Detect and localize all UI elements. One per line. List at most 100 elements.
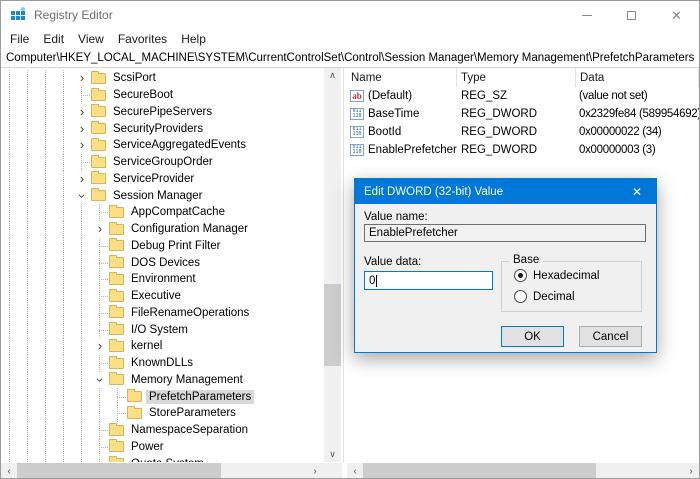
tree-expander-closed-icon[interactable]: ›	[91, 338, 109, 355]
scroll-left-icon[interactable]: ‹	[347, 463, 363, 478]
ok-button[interactable]: OK	[501, 326, 564, 347]
tree-item-serviceprovider[interactable]: › ServiceProvider	[1, 170, 323, 188]
tree-guide-line	[73, 271, 91, 288]
string-value-icon: ab	[350, 90, 364, 102]
menu-view[interactable]: View	[71, 31, 111, 47]
tree-expander-open-icon[interactable]: ›	[73, 187, 91, 204]
tree-expander-closed-icon[interactable]: ›	[73, 120, 91, 137]
tree-item-securepipeservers[interactable]: › SecurePipeServers	[1, 103, 323, 121]
list-horizontal-scrollbar[interactable]: ‹ ›	[347, 463, 699, 478]
tree-item-filerenameoperations[interactable]: FileRenameOperations	[1, 304, 323, 322]
tree-item-label: ServiceGroupOrder	[113, 156, 213, 169]
tree-item-debug-print-filter[interactable]: Debug Print Filter	[1, 237, 323, 255]
tree-expander-open-icon[interactable]: ›	[91, 372, 109, 389]
tree-item-prefetchparameters[interactable]: PrefetchParameters	[1, 388, 323, 405]
column-header-data[interactable]: Data	[576, 68, 699, 87]
minimize-button[interactable]	[564, 1, 609, 29]
value-data-input[interactable]: 0	[364, 271, 493, 290]
menu-file[interactable]: File	[3, 31, 36, 47]
tree-item-dos-devices[interactable]: DOS Devices	[1, 254, 323, 271]
value-row-default[interactable]: ab (Default) REG_SZ (value not set)	[347, 87, 699, 105]
maximize-button[interactable]	[609, 1, 654, 29]
tree-horizontal-scrollbar[interactable]: ‹ ›	[1, 463, 342, 478]
scroll-down-icon[interactable]: ∨	[324, 447, 341, 462]
tree-guide-line	[19, 204, 37, 221]
menu-favorites[interactable]: Favorites	[111, 31, 174, 47]
tree-item-serviceaggregatedevents[interactable]: › ServiceAggregatedEvents	[1, 137, 323, 154]
value-name-cell: 011 110 BaseTime	[347, 108, 457, 120]
tree-expander-closed-icon[interactable]: ›	[73, 171, 91, 188]
radio-decimal[interactable]: Decimal	[514, 290, 575, 303]
tree-item-label: kernel	[131, 340, 163, 353]
tree-item-storeparameters[interactable]: StoreParameters	[1, 405, 323, 422]
menu-help[interactable]: Help	[174, 31, 213, 47]
tree-guide-line	[19, 287, 37, 305]
cancel-button[interactable]: Cancel	[579, 326, 642, 347]
value-row-bootid[interactable]: 011 110 BootId REG_DWORD 0x00000022 (34)	[347, 123, 699, 141]
close-button[interactable]: ✕	[654, 1, 699, 29]
tree-connector	[91, 354, 109, 372]
tree-expander-closed-icon[interactable]: ›	[73, 137, 91, 154]
tree-guide-line	[73, 321, 91, 338]
tree-vscroll-thumb[interactable]	[324, 284, 341, 366]
tree-guide-line	[55, 86, 73, 104]
column-header-name[interactable]: Name	[347, 68, 457, 87]
tree-vertical-scrollbar[interactable]: ∧ ∨	[324, 68, 341, 462]
folder-icon	[109, 422, 124, 436]
tree-guide-line	[19, 271, 37, 288]
value-type-cell: REG_DWORD	[461, 108, 538, 120]
tree-item-kernel[interactable]: › kernel	[1, 338, 323, 355]
folder-icon	[91, 137, 106, 151]
pane-splitter[interactable]	[343, 68, 344, 463]
scroll-up-icon[interactable]: ∧	[324, 68, 341, 83]
tree-connector	[91, 204, 109, 221]
folder-icon	[109, 372, 124, 386]
tree-item-memory-management[interactable]: › Memory Management	[1, 371, 323, 389]
tree-item-appcompatcache[interactable]: AppCompatCache	[1, 204, 323, 221]
value-type-cell: REG_DWORD	[461, 126, 538, 138]
radio-hexadecimal[interactable]: Hexadecimal	[514, 269, 599, 282]
scroll-right-icon[interactable]: ›	[307, 463, 323, 478]
tree-expander-closed-icon[interactable]: ›	[73, 70, 91, 87]
tree-guide-line	[1, 287, 19, 305]
menu-bar: File Edit View Favorites Help	[1, 29, 699, 48]
menu-edit[interactable]: Edit	[36, 31, 71, 47]
tree-item-securityproviders[interactable]: › SecurityProviders	[1, 120, 323, 137]
tree-item-quota-system[interactable]: Quota System	[1, 455, 323, 462]
tree-item-environment[interactable]: Environment	[1, 271, 323, 288]
dialog-close-button[interactable]: ✕	[618, 179, 656, 204]
tree-guide-line	[1, 86, 19, 104]
tree-guide-line	[19, 120, 37, 137]
tree-expander-closed-icon[interactable]: ›	[73, 104, 91, 121]
tree-hscroll-thumb[interactable]	[17, 463, 221, 478]
folder-icon	[109, 456, 124, 462]
tree-item-executive[interactable]: Executive	[1, 287, 323, 305]
registry-editor-window: Registry Editor ✕ File Edit View Favorit…	[0, 0, 700, 479]
list-hscroll-thumb[interactable]	[363, 463, 596, 478]
value-row-basetime[interactable]: 011 110 BaseTime REG_DWORD 0x2329fe84 (58995…	[347, 105, 699, 123]
address-bar[interactable]: Computer\HKEY_LOCAL_MACHINE\SYSTEM\Curre…	[1, 48, 699, 68]
scroll-left-icon[interactable]: ‹	[1, 463, 17, 478]
value-name-input[interactable]: EnablePrefetcher	[364, 224, 646, 242]
dword-value-icon: 011 110	[350, 126, 364, 138]
tree-item-servicegrouporder[interactable]: ServiceGroupOrder	[1, 153, 323, 171]
text-caret	[376, 274, 378, 287]
tree-guide-line	[1, 321, 19, 338]
tree-expander-closed-icon[interactable]: ›	[91, 221, 109, 238]
value-name-text: EnablePrefetcher	[369, 227, 458, 239]
tree-item-power[interactable]: Power	[1, 438, 323, 456]
tree-item-namespaceseparation[interactable]: NamespaceSeparation	[1, 421, 323, 439]
tree-item-scsiport[interactable]: › ScsiPort	[1, 70, 323, 87]
tree-guide-line	[37, 204, 55, 221]
tree-item-label: Debug Print Filter	[131, 239, 221, 252]
column-header-type[interactable]: Type	[457, 68, 576, 87]
tree-item-knowndlls[interactable]: KnownDLLs	[1, 354, 323, 372]
tree-item-configuration-manager[interactable]: › Configuration Manager	[1, 220, 323, 238]
tree-item-session-manager[interactable]: › Session Manager	[1, 187, 323, 204]
scroll-right-icon[interactable]: ›	[683, 463, 699, 478]
tree-item-i-o-system[interactable]: I/O System	[1, 321, 323, 338]
tree-item-secureboot[interactable]: SecureBoot	[1, 86, 323, 104]
value-row-enableprefetcher[interactable]: 011 110 EnablePrefetcher REG_DWORD 0x0000000…	[347, 141, 699, 159]
tree-guide-line	[19, 237, 37, 255]
tree-guide-line	[19, 254, 37, 271]
